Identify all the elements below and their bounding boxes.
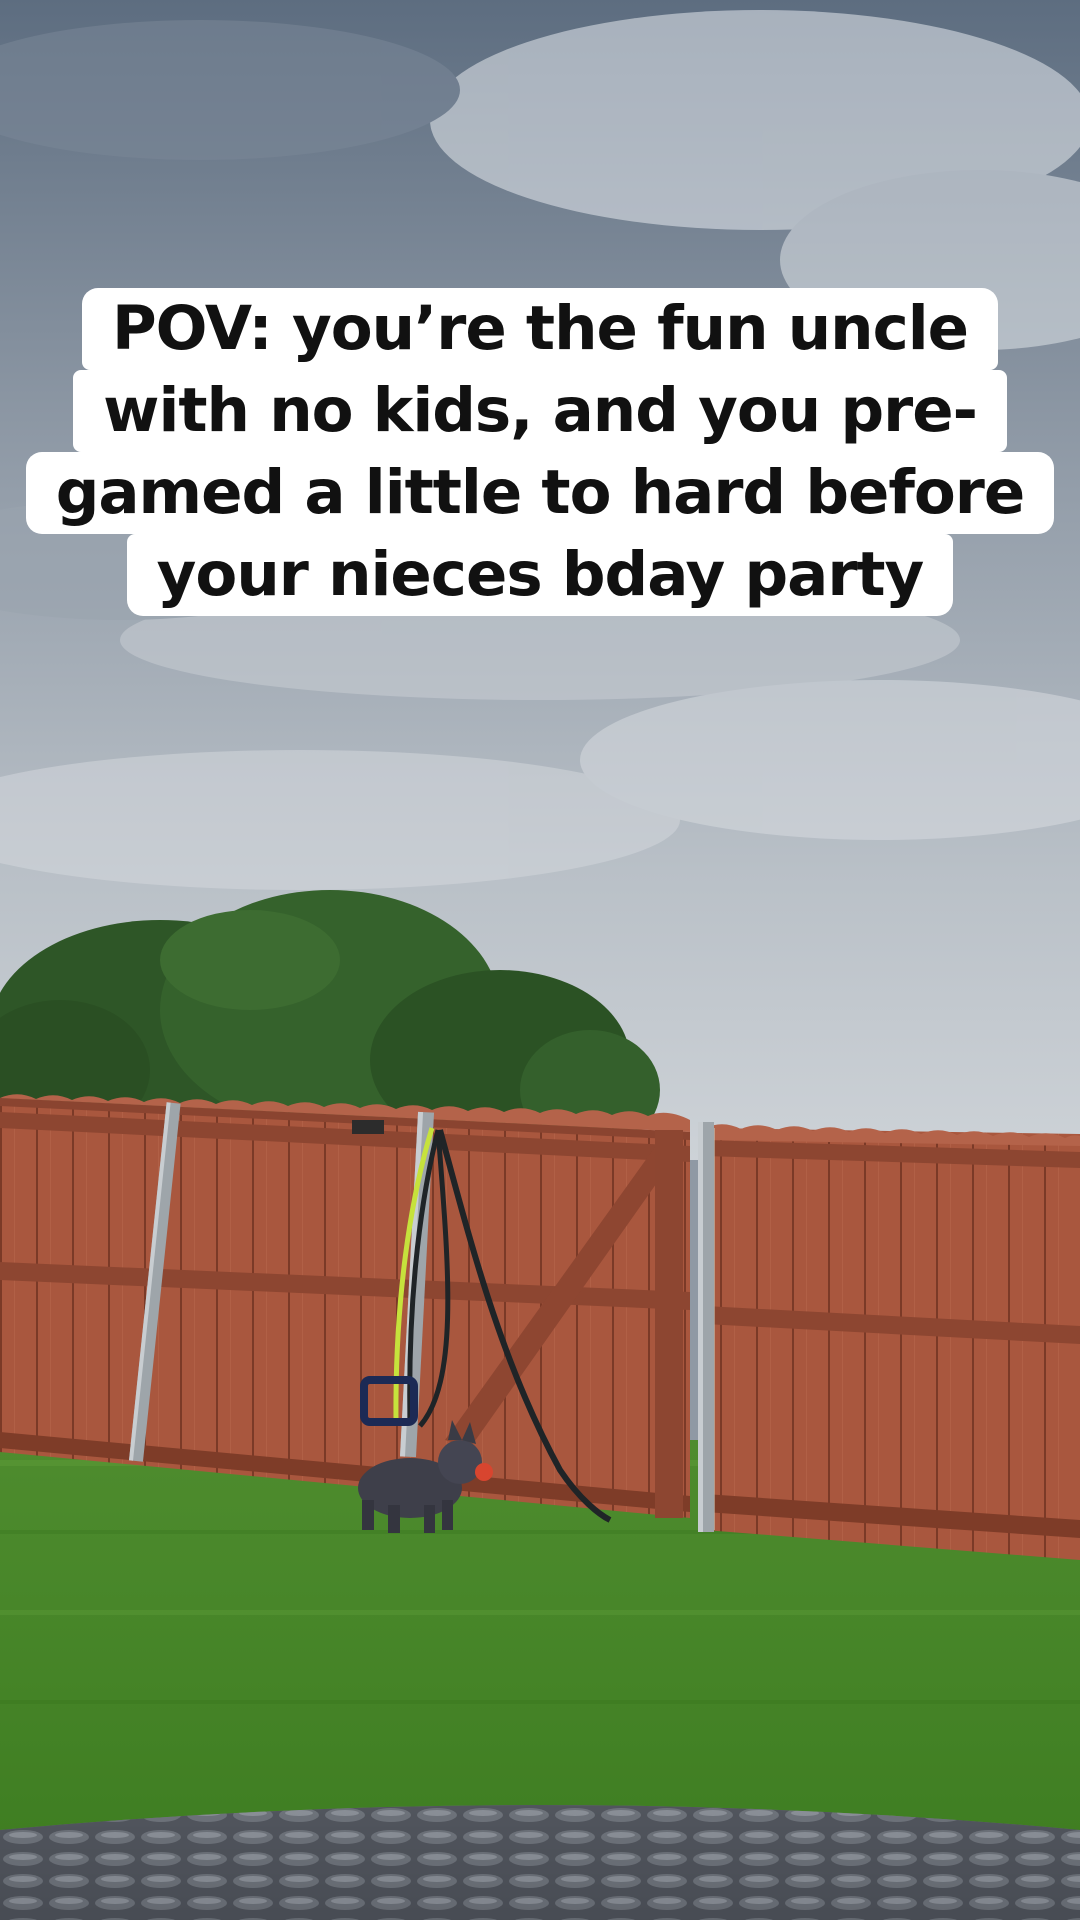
caption-line-1: POV: you’re the fun uncle xyxy=(81,288,999,370)
video-frame: POV: you’re the fun uncle with no kids, … xyxy=(0,0,1080,1920)
caption-line-4: your nieces bday party xyxy=(126,534,954,616)
caption: POV: you’re the fun uncle with no kids, … xyxy=(0,288,1080,616)
caption-line-3: gamed a little to hard before xyxy=(25,452,1055,534)
trampoline-mat xyxy=(0,1805,1080,1920)
right-fence xyxy=(705,1124,1080,1560)
ball-toy xyxy=(475,1463,493,1481)
caption-line-2: with no kids, and you pre- xyxy=(73,370,1007,452)
